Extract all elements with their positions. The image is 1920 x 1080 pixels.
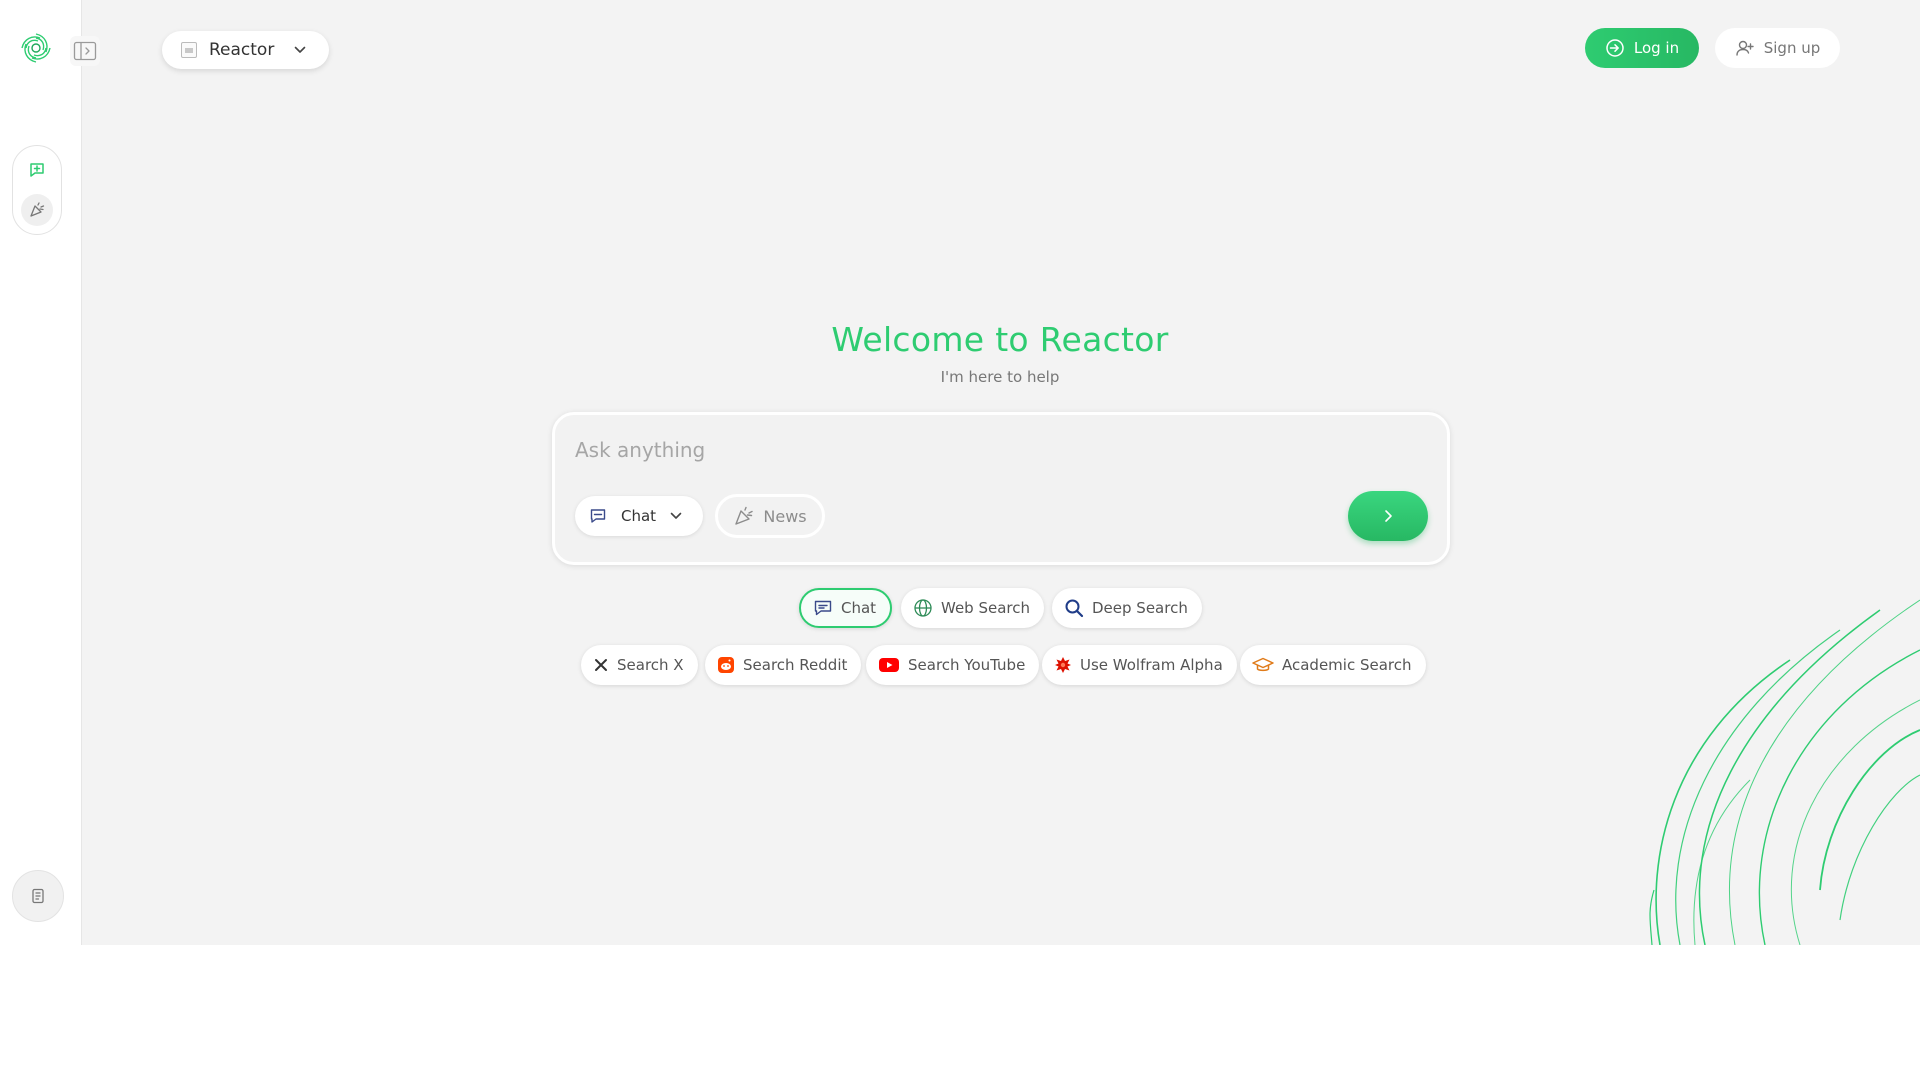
source-chip-search-reddit[interactable]: Search Reddit xyxy=(705,645,862,685)
chat-icon xyxy=(814,600,832,616)
send-button[interactable] xyxy=(1348,491,1428,541)
mode-chip-deep-search[interactable]: Deep Search xyxy=(1052,588,1202,628)
chat-plus-icon xyxy=(30,163,44,177)
model-selector[interactable]: Reactor xyxy=(162,31,329,69)
chevron-down-icon xyxy=(670,512,682,519)
news-sidebar-button[interactable] xyxy=(21,194,53,226)
wolfram-icon xyxy=(1055,657,1071,673)
chip-label: Search Reddit xyxy=(743,656,848,674)
youtube-icon xyxy=(879,658,899,672)
sidebar xyxy=(0,0,82,945)
login-button[interactable]: Log in xyxy=(1585,28,1699,68)
model-logo-icon xyxy=(181,42,197,58)
source-chip-search-youtube[interactable]: Search YouTube xyxy=(866,645,1040,685)
chevron-down-icon xyxy=(295,46,306,53)
decorative-swirl xyxy=(1649,599,1920,945)
login-label: Log in xyxy=(1633,39,1680,57)
chip-label: Academic Search xyxy=(1282,656,1412,674)
reddit-icon xyxy=(718,657,734,673)
party-popper-icon xyxy=(30,202,45,217)
source-chip-wolfram-alpha[interactable]: Use Wolfram Alpha xyxy=(1042,645,1237,685)
news-button[interactable]: News xyxy=(715,494,825,538)
signup-label: Sign up xyxy=(1763,39,1821,57)
mode-chip-chat[interactable]: Chat xyxy=(799,588,893,628)
docs-button[interactable] xyxy=(12,870,64,922)
chip-label: Deep Search xyxy=(1092,599,1188,617)
sidebar-toggle-button[interactable] xyxy=(70,36,100,66)
x-icon xyxy=(595,659,607,671)
chip-label: Search X xyxy=(617,656,684,674)
chip-label: Web Search xyxy=(941,599,1031,617)
sidebar-actions xyxy=(12,145,62,235)
new-chat-button[interactable] xyxy=(21,154,53,186)
page-title: Welcome to Reactor xyxy=(831,320,1169,359)
source-chip-search-x[interactable]: Search X xyxy=(581,645,698,685)
page-subtitle: I'm here to help xyxy=(940,368,1060,386)
search-icon xyxy=(1065,599,1084,618)
news-label: News xyxy=(763,506,807,526)
user-plus-icon xyxy=(1736,40,1754,56)
chip-label: Chat xyxy=(841,599,877,617)
mode-chip-web-search[interactable]: Web Search xyxy=(901,588,1045,628)
graduation-cap-icon xyxy=(1252,657,1274,672)
panel-toggle-icon xyxy=(73,41,97,61)
chip-label: Search YouTube xyxy=(908,656,1026,674)
app-window: Reactor Log in Sign up Welcome to Reacto… xyxy=(0,0,1920,945)
model-selector-label: Reactor xyxy=(209,40,275,60)
document-icon xyxy=(32,888,44,904)
chevron-right-icon xyxy=(1385,510,1392,522)
chip-label: Use Wolfram Alpha xyxy=(1080,656,1223,674)
globe-icon xyxy=(914,599,932,617)
chat-icon xyxy=(590,509,606,523)
signup-button[interactable]: Sign up xyxy=(1715,28,1840,68)
reactor-logo-icon[interactable] xyxy=(19,31,53,65)
mode-selector[interactable]: Chat xyxy=(575,496,703,536)
prompt-box: Chat News xyxy=(552,412,1450,565)
prompt-input[interactable] xyxy=(575,433,1375,467)
mode-selector-label: Chat xyxy=(621,507,657,525)
source-chip-academic-search[interactable]: Academic Search xyxy=(1240,645,1426,685)
party-popper-icon xyxy=(735,506,754,525)
login-icon xyxy=(1606,39,1624,57)
